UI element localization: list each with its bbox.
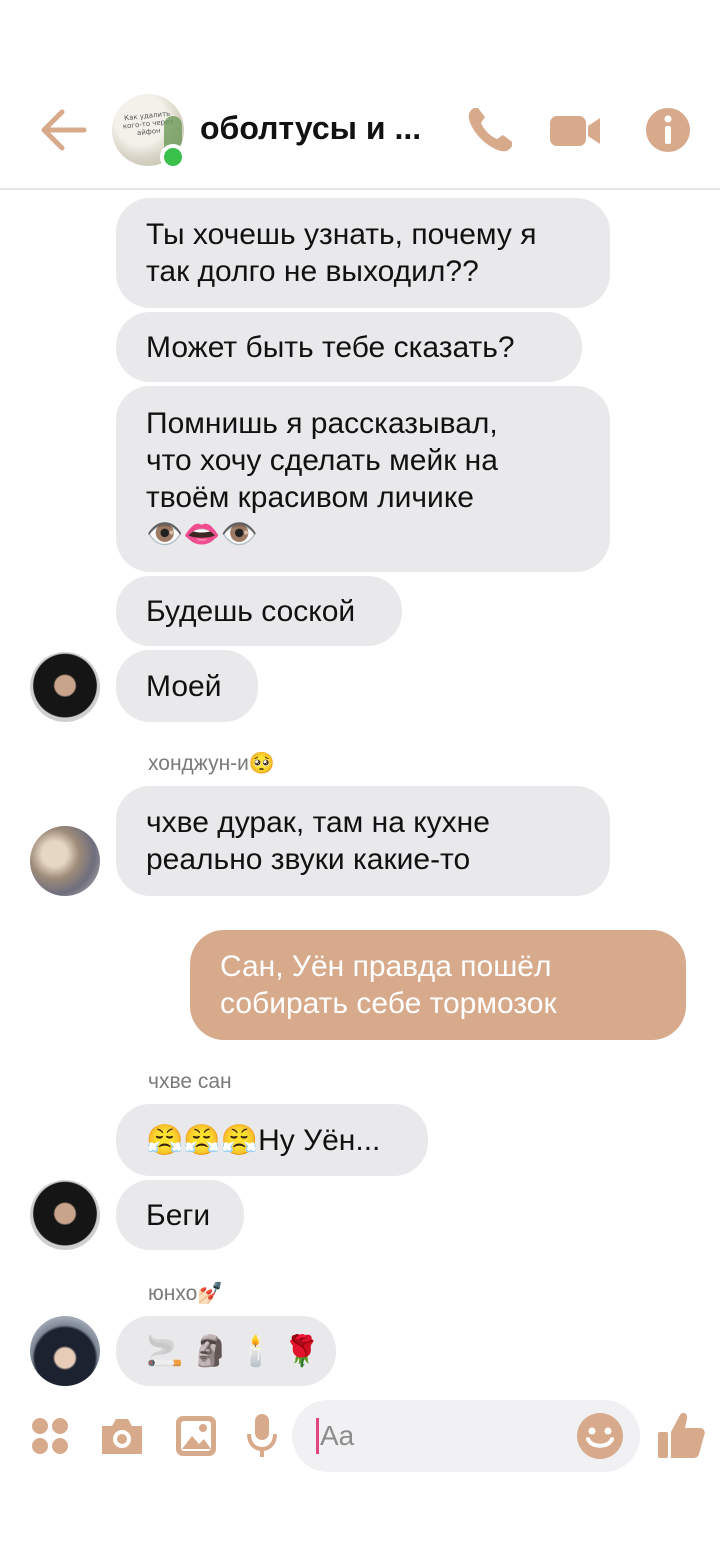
chat-header: Как удалить кого-то через айфон оболтусы… [0,0,720,190]
info-icon[interactable] [644,104,692,156]
gallery-icon[interactable] [174,1414,218,1458]
message-text: так долго не выходил?? [146,255,479,288]
video-call-icon[interactable] [548,104,602,156]
message-bubble[interactable]: 🚬 🗿 🕯️ 🌹 [116,1316,336,1386]
message-text: Сан, Уён правда пошёл [220,950,552,983]
thumbs-up-icon[interactable] [656,1410,706,1460]
message-bubble[interactable]: Может быть тебе сказать? [116,312,582,382]
sender-name: юнхо💅🏻 [148,1282,223,1306]
sender-emoji: 💅🏻 [197,1282,224,1305]
microphone-icon[interactable] [246,1412,278,1460]
message-bubble[interactable]: Будешь соской [116,576,402,646]
message-text: чхве дурак, там на кухне [146,806,490,839]
chat-title[interactable]: оболтусы и ... [200,110,421,147]
avatar[interactable] [30,1180,100,1250]
back-arrow-icon[interactable] [40,108,88,152]
avatar[interactable] [30,826,100,896]
message-bubble[interactable]: Беги [116,1180,244,1250]
message-text-row: 😤😤😤Ну Уён... [146,1122,398,1159]
message-text: собирать себе тормозок [220,987,557,1020]
message-text: Беги [146,1199,211,1232]
avatar[interactable] [30,652,100,722]
phone-call-icon[interactable] [464,104,516,156]
sender-name: чхве сан [148,1070,232,1093]
message-emoji: 😤😤😤 [146,1124,259,1157]
message-bubble[interactable]: Помнишь я рассказывал, что хочу сделать … [116,386,610,572]
message-text: Будешь соской [146,595,356,628]
message-text: твоём красивом личике [146,481,474,514]
sender-name-text: хонджун-и [148,752,249,775]
menu-dots-icon[interactable] [30,1416,70,1456]
message-input-placeholder: Aa [320,1420,355,1451]
message-text: Моей [146,670,222,703]
my-message-bubble[interactable]: Сан, Уён правда пошёл собирать себе торм… [190,930,686,1040]
avatar[interactable] [30,1316,100,1386]
message-bubble[interactable]: Моей [116,650,258,722]
sender-emoji: 🥺 [248,752,276,775]
message-bubble[interactable]: Ты хочешь узнать, почему я так долго не … [116,198,610,308]
message-text: Может быть тебе сказать? [146,331,515,364]
emoji-icon[interactable] [576,1412,624,1460]
message-text: что хочу сделать мейк на [146,444,498,477]
message-text: реально звуки какие-то [146,843,471,876]
message-emoji: 👁️👄👁️ [146,518,259,551]
camera-icon[interactable] [98,1414,146,1458]
text-caret [316,1418,319,1454]
message-bubble[interactable]: 😤😤😤Ну Уён... [116,1104,428,1176]
sender-name: хонджун-и🥺 [148,752,275,776]
message-bubble[interactable]: чхве дурак, там на кухне реально звуки к… [116,786,610,896]
message-text: Ну Уён... [258,1124,381,1157]
online-indicator [160,144,186,170]
sender-name-text: юнхо [148,1282,198,1305]
message-text: Ты хочешь узнать, почему я [146,218,537,251]
message-emoji: 🚬 🗿 🕯️ 🌹 [146,1335,321,1368]
message-text: Помнишь я рассказывал, [146,407,498,440]
